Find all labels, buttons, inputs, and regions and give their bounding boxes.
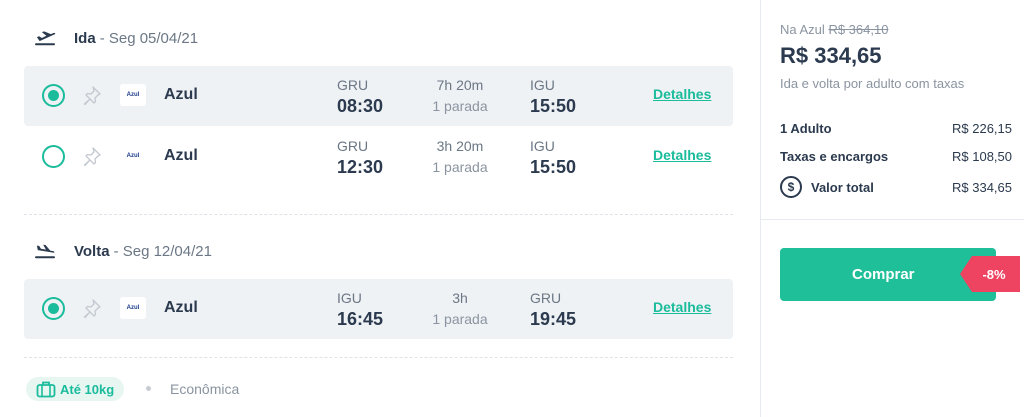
- flight-stops: 1 parada: [432, 159, 488, 175]
- details-link[interactable]: Detalhes: [653, 147, 711, 163]
- original-price-line: Na Azul R$ 364,10: [780, 22, 888, 37]
- flight-duration: 3h 20m: [436, 138, 484, 154]
- flight-stops: 1 parada: [432, 98, 488, 114]
- flight-row[interactable]: Azul Azul IGU 16:45 3h 1 parada GRU 19:4…: [24, 279, 733, 339]
- flight-duration: 3h: [452, 290, 468, 306]
- buy-button-label: Comprar: [852, 266, 915, 283]
- adult-value: R$ 226,15: [952, 121, 1012, 136]
- adult-label: 1 Adulto: [780, 121, 832, 136]
- departure-time: 16:45: [337, 309, 384, 329]
- plane-takeoff-icon: [35, 31, 56, 46]
- section-divider: [24, 357, 733, 358]
- arrival-airport: IGU: [530, 138, 555, 154]
- price-summary-panel: Na Azul R$ 364,10 R$ 334,65 Ida e volta …: [760, 0, 1024, 417]
- flight-list: Ida - Seg 05/04/21 Azul Azul GRU 08:30 7…: [0, 0, 760, 417]
- flight-stops: 1 parada: [432, 311, 488, 327]
- total-price: R$ 334,65: [780, 43, 882, 68]
- flight-radio[interactable]: [42, 145, 65, 168]
- section-divider: [24, 214, 733, 215]
- total-value: R$ 334,65: [952, 180, 1012, 195]
- total-label: Valor total: [811, 180, 874, 195]
- outbound-date: - Seg 05/04/21: [99, 29, 199, 47]
- pin-icon[interactable]: [82, 85, 102, 105]
- discount-value: -8%: [982, 266, 1006, 282]
- flight-row[interactable]: Azul Azul GRU 12:30 3h 20m 1 parada IGU …: [24, 127, 733, 187]
- radio-selected-dot: [48, 90, 59, 101]
- inbound-label: Volta: [74, 242, 110, 260]
- arrival-time: 15:50: [530, 96, 577, 116]
- plane-landing-icon: [35, 244, 55, 259]
- details-link[interactable]: Detalhes: [653, 86, 711, 102]
- pin-icon[interactable]: [82, 298, 102, 318]
- outbound-header: Ida - Seg 05/04/21: [34, 28, 198, 48]
- radio-selected-dot: [48, 303, 59, 314]
- arrival-airport: IGU: [530, 77, 555, 93]
- dollar-circle-icon: $: [780, 176, 802, 198]
- panel-divider: [761, 219, 1024, 220]
- flight-radio[interactable]: [42, 297, 65, 320]
- airline-logo: Azul: [120, 297, 146, 319]
- baggage-label: Até 10kg: [60, 381, 115, 397]
- suitcase-icon: [36, 381, 56, 398]
- original-price: R$ 364,10: [828, 22, 889, 37]
- departure-time: 12:30: [337, 157, 384, 177]
- departure-airport: GRU: [337, 77, 369, 93]
- flight-duration: 7h 20m: [436, 77, 484, 93]
- pin-icon[interactable]: [82, 146, 102, 166]
- flight-row[interactable]: Azul Azul GRU 08:30 7h 20m 1 parada IGU …: [24, 66, 733, 126]
- outbound-label: Ida: [74, 29, 96, 47]
- airline-name: Azul: [164, 86, 198, 103]
- separator-dot: [146, 386, 151, 391]
- price-note: Ida e volta por adulto com taxas: [780, 76, 965, 91]
- taxes-label: Taxas e encargos: [780, 149, 889, 164]
- inbound-date: - Seg 12/04/21: [113, 242, 212, 260]
- departure-airport: IGU: [337, 290, 362, 306]
- arrival-airport: GRU: [530, 290, 562, 306]
- original-price-prefix: Na Azul: [780, 22, 825, 37]
- taxes-value: R$ 108,50: [952, 149, 1012, 164]
- arrival-time: 19:45: [530, 309, 577, 329]
- departure-airport: GRU: [337, 138, 369, 154]
- baggage-badge: Até 10kg: [26, 377, 125, 401]
- flight-radio[interactable]: [42, 84, 65, 107]
- inbound-header: Volta - Seg 12/04/21: [34, 241, 212, 261]
- airline-name: Azul: [164, 299, 198, 316]
- airline-logo: Azul: [120, 145, 146, 167]
- cabin-class: Econômica: [170, 381, 240, 397]
- departure-time: 08:30: [337, 96, 384, 116]
- discount-badge: -8%: [960, 256, 1020, 292]
- arrival-time: 15:50: [530, 157, 577, 177]
- details-link[interactable]: Detalhes: [653, 299, 711, 315]
- airline-name: Azul: [164, 147, 198, 164]
- airline-logo: Azul: [120, 84, 146, 106]
